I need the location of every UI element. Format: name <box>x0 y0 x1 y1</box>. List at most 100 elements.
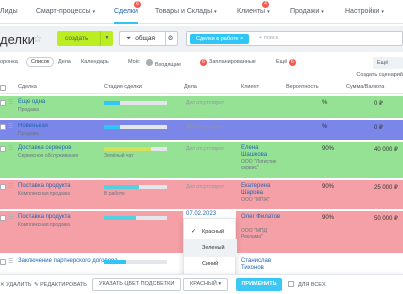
for-all-label: ДЛЯ ВСЕХ <box>298 282 326 288</box>
column-header-activities[interactable]: Дела <box>184 84 197 90</box>
row-checkbox[interactable] <box>0 259 6 265</box>
column-header-deal[interactable]: Сделка <box>18 84 37 90</box>
stage-progress-bar[interactable] <box>104 260 167 264</box>
sum-value: 40 000 ₽ <box>374 147 398 153</box>
nav-item-smart-processes[interactable]: Смарт-процессы ▾ <box>36 8 95 15</box>
nav-item-sales[interactable]: Продажи ▾ <box>290 8 324 15</box>
stage-progress-fill <box>104 147 152 151</box>
chevron-down-icon: ▾ <box>267 9 270 15</box>
select-all-checkbox[interactable] <box>0 85 6 91</box>
stage-progress-bar[interactable] <box>104 185 167 189</box>
star-icon[interactable]: ☆ <box>33 34 42 45</box>
drag-handle-icon[interactable]: ☰ <box>8 145 13 152</box>
apply-button[interactable]: ПРИМЕНИТЬ <box>236 278 282 291</box>
row-checkbox[interactable] <box>0 215 6 221</box>
row-checkbox[interactable] <box>0 124 6 130</box>
search-filter-chip[interactable]: Сделки в работе × <box>190 34 250 44</box>
page-title: делки <box>0 32 35 47</box>
row-checkbox[interactable] <box>0 146 6 152</box>
nav-item-leads[interactable]: Лиды <box>0 8 18 15</box>
deal-funnel: Продажа <box>18 131 39 137</box>
table-header: Сделка Стадия сделки Дела Клиент Вероятн… <box>0 82 403 94</box>
chevron-down-icon: ▾ <box>218 281 222 287</box>
funnel-icon: ⏷ <box>126 35 132 42</box>
filter-planned[interactable]: 6 Запланированные <box>200 59 256 66</box>
client-name-link[interactable]: Станислав Тихонов <box>241 258 285 271</box>
for-all-checkbox[interactable] <box>288 281 294 287</box>
stage-label: Зелёный чат <box>104 153 134 159</box>
view-activities[interactable]: Дела <box>58 59 71 65</box>
set-highlight-color-button[interactable]: УКАЗАТЬ ЦВЕТ ПОДСВЕТКИ <box>92 278 182 291</box>
chevron-down-icon: ▾ <box>92 9 95 15</box>
probability-value: % <box>322 100 328 106</box>
stage-progress-fill <box>104 125 120 129</box>
activities-status: Дел отсутствуют <box>186 100 225 106</box>
nav-item-settings[interactable]: Настройки ▾ <box>345 8 384 15</box>
stage-progress-fill <box>104 101 120 105</box>
filter-incoming[interactable]: Входящие <box>146 59 181 68</box>
color-select[interactable]: КРАСНЫЙ ▾ <box>183 278 229 291</box>
stage-progress-bar[interactable] <box>104 125 167 129</box>
column-header-stage[interactable]: Стадия сделки <box>104 84 142 90</box>
deal-title-link[interactable]: Доставка серверов <box>18 145 71 151</box>
view-kanban[interactable]: оронка <box>0 59 18 65</box>
drag-handle-icon[interactable]: ☰ <box>8 99 13 106</box>
nav-item-deals[interactable]: Сделки <box>114 8 138 15</box>
row-checkbox[interactable] <box>0 100 6 106</box>
filter-more[interactable]: Ещё 6 <box>276 59 298 66</box>
search-input[interactable]: Сделки в работе × + поиск <box>186 31 403 46</box>
column-header-sum[interactable]: Сумма/Валюта <box>346 84 384 90</box>
stage-progress-bar[interactable] <box>104 147 167 151</box>
deal-title-link[interactable]: Еще одна <box>18 99 45 105</box>
incoming-counter <box>146 59 153 66</box>
table-row[interactable]: ☰ Поставка продукта Комплексная продажа В р… <box>0 180 403 210</box>
table-row[interactable]: ☰ Еще одна Продажа Дел отсутствуют% 0 ₽ <box>0 96 403 119</box>
category-select[interactable]: ⏷ общая ⚙ <box>119 31 178 46</box>
chevron-down-icon: ▾ <box>381 9 384 15</box>
stage-progress-bar[interactable] <box>104 101 167 105</box>
probability-value: 90% <box>322 146 335 152</box>
table-row[interactable]: ☰ Новенькая Продажа Дел отсутствуют% 0 ₽ <box>0 120 403 141</box>
sum-value: 0 ₽ <box>374 101 383 107</box>
client-name-link[interactable]: Екатерина Шарова <box>241 183 285 196</box>
view-switcher: оронка Список Дела Календарь Моё: Входящ… <box>0 55 403 72</box>
row-checkbox[interactable] <box>0 184 6 190</box>
client-name-link[interactable]: Олег Филатов <box>241 214 285 221</box>
group-actions-panel: ✕ УДАЛИТЬ ✎ РЕДАКТИРОВАТЬ УКАЗАТЬ ЦВЕТ П… <box>0 274 403 294</box>
client-name-link[interactable]: Елена Шашкова <box>241 145 285 158</box>
sum-value: 25 000 ₽ <box>374 185 398 191</box>
drag-handle-icon[interactable]: ☰ <box>8 123 13 130</box>
nav-item-clients[interactable]: Клиенты ▾ <box>237 8 270 15</box>
color-option-blue[interactable]: Синий <box>184 255 237 273</box>
deal-title-link[interactable]: Заключение партнерского договора <box>18 258 118 264</box>
close-icon[interactable]: × <box>240 36 243 42</box>
drag-handle-icon[interactable]: ☰ <box>8 183 13 190</box>
client-company: ООО "МПЖ" <box>241 197 270 203</box>
column-header-probability[interactable]: Вероятность <box>286 84 319 90</box>
filter-my: Моё: <box>128 59 141 65</box>
deal-funnel: Продажа <box>18 107 39 113</box>
deal-title-link[interactable]: Поставка продукта <box>18 183 71 189</box>
table-row[interactable]: ☰ Доставка серверов Сервисное обслуживание… <box>0 142 403 179</box>
more-button[interactable]: Ещё <box>373 57 403 69</box>
drag-handle-icon[interactable]: ☰ <box>8 214 13 221</box>
create-scenario-link[interactable]: Создать сценарий <box>356 72 403 78</box>
drag-handle-icon[interactable]: ☰ <box>8 258 13 265</box>
settings-icon[interactable]: ⚙ <box>165 32 175 45</box>
deal-title-link[interactable]: Новенькая <box>18 123 48 129</box>
view-list[interactable]: Список <box>26 57 55 67</box>
stage-progress-fill <box>104 185 139 189</box>
create-button[interactable]: создать <box>57 31 101 46</box>
chevron-down-icon: ▼ <box>104 35 110 41</box>
create-dropdown-button[interactable]: ▼ <box>100 31 113 46</box>
nav-item-products[interactable]: Товары и Склады ▾ <box>155 8 217 15</box>
view-calendar[interactable]: Календарь <box>81 59 109 65</box>
column-header-client[interactable]: Клиент <box>241 84 259 90</box>
edit-button[interactable]: ✎ РЕДАКТИРОВАТЬ <box>34 282 87 288</box>
delete-button[interactable]: ✕ УДАЛИТЬ <box>0 282 31 288</box>
stage-progress-bar[interactable] <box>104 216 167 220</box>
sum-value: 0 ₽ <box>374 125 383 131</box>
deal-funnel: Комплексная продажа <box>18 222 70 228</box>
deal-title-link[interactable]: Поставка продукта <box>18 214 71 220</box>
search-placeholder: + поиск <box>259 35 279 41</box>
